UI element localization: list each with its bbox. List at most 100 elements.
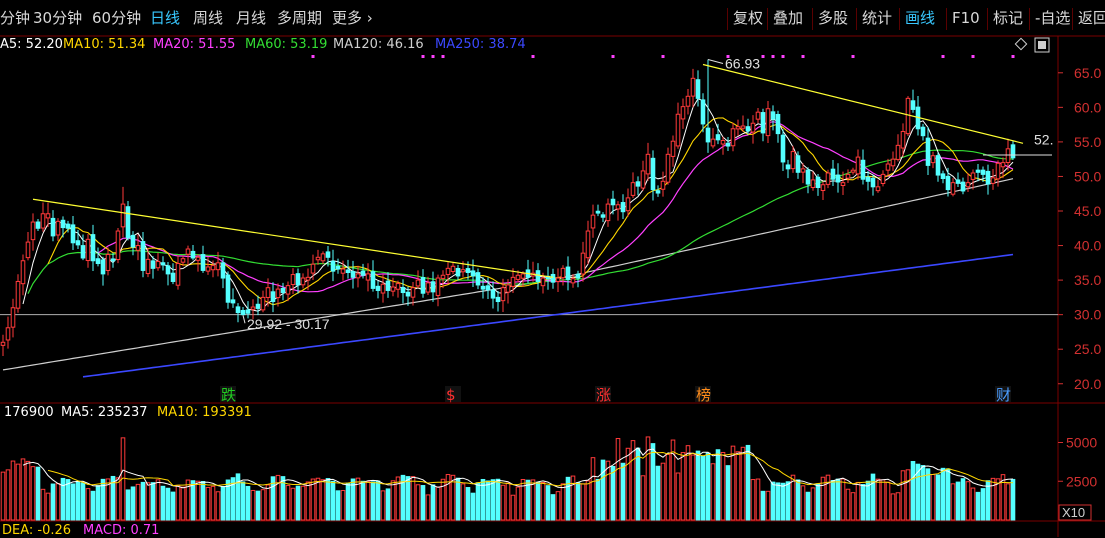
candle-body: [335, 265, 341, 270]
volume-bar: [80, 482, 86, 521]
volume-bar: [465, 487, 471, 521]
candle-body: [250, 306, 256, 310]
volume-bar: [10, 460, 16, 521]
volume-bar: [680, 452, 686, 521]
candle-body: [645, 153, 651, 175]
candle-body: [905, 97, 911, 135]
volume-bar: [150, 482, 156, 521]
signal-dot: [761, 55, 765, 58]
volume-bar: [725, 465, 731, 521]
volume-bar: [755, 478, 761, 521]
volume-bar: [260, 489, 266, 521]
low-pointer: [242, 315, 246, 324]
signal-dot: [431, 55, 435, 58]
volume-bar: [695, 450, 701, 521]
candle-body: [790, 151, 796, 170]
volume-bar: [485, 480, 491, 521]
volume-bar: [155, 479, 161, 521]
candle-body: [585, 230, 591, 259]
volume-bar: [975, 491, 981, 521]
candle-body: [505, 284, 511, 293]
stock-chart: 65.0 60.0 55.0 50.0 45.0 40.0 35.0 30.0 25.0 20.0…: [0, 35, 1105, 537]
candle-body: [120, 203, 126, 228]
candle-body: [295, 273, 301, 286]
volume-bar: [200, 481, 206, 521]
price-tick-label: 45.0: [1074, 203, 1101, 219]
candle-body: [430, 281, 436, 293]
candle-body: [795, 155, 801, 173]
volume-bar: [700, 455, 706, 521]
candle-body: [655, 190, 661, 194]
volume-bar: [370, 481, 376, 521]
candle-body: [875, 186, 881, 192]
candle-body: [640, 170, 646, 189]
volume-bar: [880, 479, 886, 521]
event-marker: 榜: [696, 386, 711, 404]
candle-body: [755, 111, 761, 120]
signal-dot: [771, 55, 775, 58]
volume-bar: [590, 457, 596, 521]
volume-bar: [30, 466, 36, 521]
candle-body: [955, 179, 961, 184]
volume-bar: [345, 482, 351, 521]
volume-bar: [560, 483, 566, 521]
candle-body: [830, 168, 836, 180]
volume-bar: [415, 484, 421, 521]
volume-bar: [255, 490, 261, 521]
candle-body: [630, 182, 636, 196]
candle-body: [390, 286, 396, 292]
candle-body: [670, 140, 676, 157]
candle-body: [810, 179, 816, 188]
candle-body: [405, 291, 411, 297]
candle-body: [115, 230, 121, 261]
candle-body: [950, 182, 956, 195]
event-marker: 财: [996, 386, 1011, 404]
volume-bar: [685, 445, 691, 521]
candle-body: [1010, 144, 1016, 159]
price-tick-label: 25.0: [1074, 341, 1101, 357]
volume-bar: [145, 482, 151, 521]
candle-body: [615, 204, 621, 210]
candle-body: [665, 153, 671, 183]
volume-bar: [125, 489, 131, 521]
candle-body: [70, 224, 76, 244]
candle-body: [85, 238, 91, 262]
event-marker: 跌: [221, 386, 236, 404]
volume-bar: [740, 446, 746, 521]
candle-body: [710, 138, 716, 147]
candle-body: [600, 214, 606, 218]
candle-body: [75, 240, 81, 246]
volume-bar: [585, 480, 591, 521]
volume-bar: [625, 447, 631, 521]
volume-bar: [835, 478, 841, 521]
candle-body: [340, 268, 346, 274]
volume-bar: [330, 480, 336, 521]
volume-bar: [210, 485, 216, 521]
candle-body: [725, 142, 731, 147]
volume-bar: [705, 452, 711, 521]
volume-bar: [870, 473, 876, 521]
candle-body: [95, 258, 101, 265]
volume-bar: [25, 460, 31, 521]
volume-bar: [170, 491, 176, 521]
candle-body: [900, 131, 906, 149]
low-label: 29.92 - 30.17: [247, 316, 330, 332]
volume-bar: [95, 485, 101, 521]
volume-bar: [600, 459, 606, 521]
volume-tick-label: 2500: [1066, 473, 1097, 489]
volume-bar: [20, 458, 26, 521]
candle-body: [100, 259, 106, 275]
candle-body: [310, 263, 316, 274]
volume-bar: [830, 480, 836, 521]
candle-body: [865, 176, 871, 182]
candle-body: [580, 252, 586, 275]
candle-body: [365, 273, 371, 281]
volume-bar: [295, 485, 301, 521]
volume-bar: [195, 480, 201, 521]
candle-body: [895, 144, 901, 160]
candle-body: [490, 289, 496, 299]
candle-body: [415, 279, 421, 287]
high-label: 66.93: [725, 55, 760, 71]
volume-bar: [715, 449, 721, 521]
volume-bar: [810, 487, 816, 521]
